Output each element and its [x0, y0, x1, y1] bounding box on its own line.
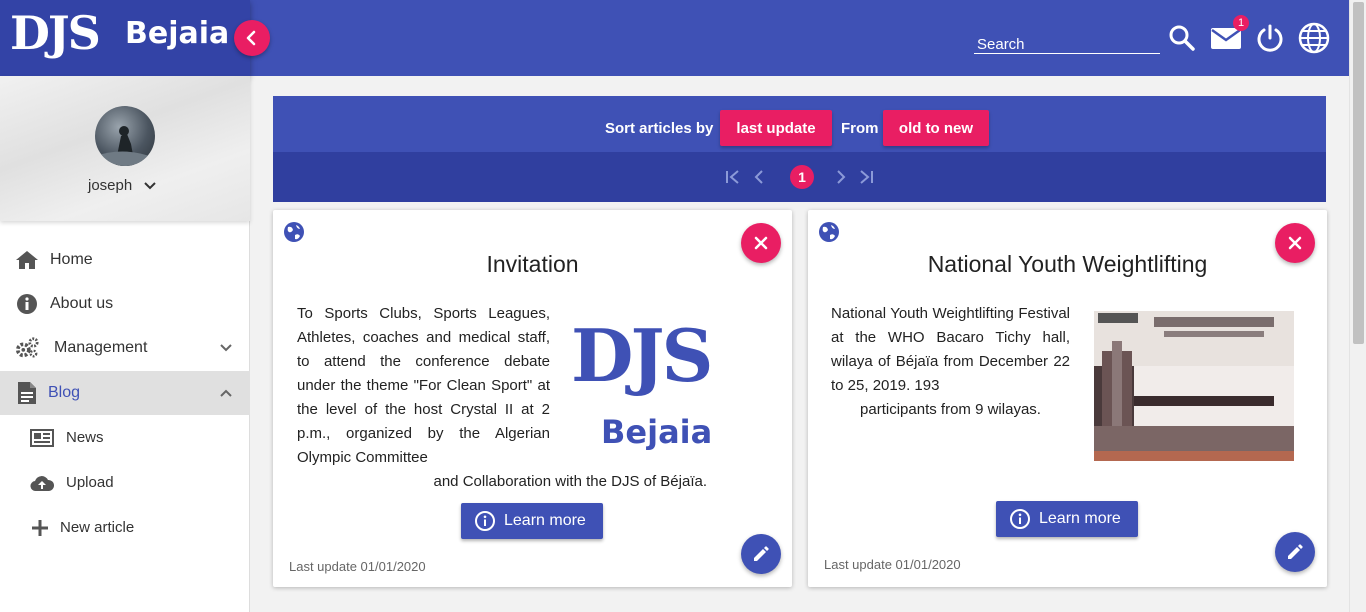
- collapse-sidebar-button[interactable]: [234, 20, 270, 56]
- document-icon: [15, 382, 39, 404]
- info-icon: [475, 511, 495, 531]
- last-page-icon[interactable]: [858, 169, 874, 185]
- info-icon: [15, 293, 39, 315]
- chevron-left-icon: [246, 30, 256, 46]
- article-card: National Youth Weightlifting National Yo…: [808, 210, 1327, 587]
- avatar-image: [95, 126, 155, 166]
- language-button[interactable]: [1298, 22, 1330, 54]
- search-input[interactable]: Search: [974, 34, 1160, 54]
- search-icon: [1169, 25, 1195, 51]
- article-title: Invitation: [486, 251, 579, 277]
- edit-article-button[interactable]: [1275, 532, 1315, 572]
- sidebar-subitem-upload[interactable]: Upload: [0, 463, 250, 503]
- article-date: Last update 01/01/2020: [289, 559, 426, 574]
- article-photo: [1094, 311, 1294, 461]
- sort-from-label: From: [841, 120, 879, 137]
- learn-more-label: Learn more: [1039, 510, 1121, 527]
- sidebar-item-management[interactable]: Management: [0, 326, 250, 370]
- logo-name: Bejaia: [125, 16, 230, 51]
- next-page-icon[interactable]: [833, 169, 849, 185]
- chevron-down-icon[interactable]: [143, 179, 157, 193]
- scrollbar-thumb[interactable]: [1353, 2, 1364, 344]
- sort-label: Sort articles by: [605, 120, 714, 137]
- sidebar-item-about[interactable]: About us: [0, 282, 250, 326]
- image-logo-name: Bejaia: [601, 413, 713, 451]
- sidebar-subitem-news[interactable]: News: [0, 418, 250, 458]
- info-icon: [1010, 509, 1030, 529]
- sidebar-item-home[interactable]: Home: [0, 238, 250, 282]
- sidebar-item-label: Home: [50, 251, 93, 268]
- search-label: Search: [977, 36, 1025, 53]
- sort-order-value: old to new: [898, 119, 974, 137]
- current-page[interactable]: 1: [790, 165, 814, 189]
- sidebar-subitem-label: Upload: [66, 474, 114, 491]
- top-bar: DJS Bejaia Search 1: [0, 0, 1366, 76]
- edit-article-button[interactable]: [741, 534, 781, 574]
- avatar[interactable]: [95, 106, 155, 166]
- chevron-up-icon: [220, 389, 232, 397]
- chevron-down-icon: [220, 344, 232, 352]
- logo-area: DJS Bejaia: [0, 0, 250, 76]
- article-date: Last update 01/01/2020: [824, 557, 961, 572]
- article-body: To Sports Clubs, Sports Leagues, Athlete…: [297, 305, 550, 466]
- cloud-upload-icon: [30, 473, 54, 493]
- app: DJS Bejaia Search 1 joseph Home About us…: [0, 0, 1366, 612]
- pagination-bar: 1: [273, 152, 1326, 202]
- sidebar-subitem-label: News: [66, 429, 104, 446]
- page-scrollbar[interactable]: [1349, 0, 1366, 612]
- sidebar-item-blog[interactable]: Blog: [0, 371, 250, 415]
- logout-button[interactable]: [1254, 22, 1286, 54]
- article-card: Invitation To Sports Clubs, Sports Leagu…: [273, 210, 792, 587]
- public-globe-icon: [819, 222, 839, 242]
- profile-panel: joseph: [0, 76, 250, 221]
- weightlifting-banner-image: [1094, 311, 1294, 461]
- learn-more-label: Learn more: [504, 512, 586, 529]
- previous-page-icon[interactable]: [751, 169, 767, 185]
- sidebar-subitem-new-article[interactable]: New article: [0, 508, 250, 548]
- sidebar: joseph Home About us Management Blog New…: [0, 76, 250, 612]
- pencil-icon: [754, 546, 769, 561]
- article-body-tail: and Collaboration with the DJS of Béjaïa…: [433, 473, 708, 490]
- close-icon: [1288, 236, 1302, 250]
- globe-icon: [1298, 22, 1330, 54]
- sidebar-item-label: Management: [54, 339, 148, 356]
- sort-order-button[interactable]: old to new: [883, 110, 989, 146]
- article-body-tail: participants from 9 wilayas.: [860, 401, 1041, 418]
- sidebar-item-label: About us: [50, 295, 114, 312]
- article-body: National Youth Weightlifting Festival at…: [831, 305, 1070, 394]
- sort-field-value: last update: [736, 119, 816, 137]
- public-globe-icon: [284, 222, 304, 242]
- sidebar-item-label: Blog: [48, 384, 81, 401]
- sidebar-subitem-label: New article: [60, 519, 135, 536]
- plus-icon: [28, 518, 52, 538]
- search-button[interactable]: [1166, 22, 1198, 54]
- close-icon: [754, 236, 768, 250]
- sort-bar: Sort articles by last update From old to…: [273, 96, 1326, 152]
- mail-badge: 1: [1233, 15, 1249, 31]
- home-icon: [15, 249, 39, 271]
- first-page-icon[interactable]: [725, 169, 741, 185]
- sort-field-button[interactable]: last update: [720, 110, 832, 146]
- newspaper-icon: [30, 428, 54, 448]
- pencil-icon: [1288, 544, 1303, 559]
- logo-mark: DJS: [10, 6, 101, 60]
- article-image: DJS Bejaia: [571, 313, 749, 455]
- image-logo-mark: DJS: [571, 313, 713, 398]
- gears-icon: [15, 337, 39, 359]
- learn-more-button[interactable]: Learn more: [996, 501, 1138, 537]
- article-title: National Youth Weightlifting: [927, 251, 1208, 277]
- username[interactable]: joseph: [88, 177, 132, 194]
- power-icon: [1257, 24, 1283, 52]
- learn-more-button[interactable]: Learn more: [461, 503, 603, 539]
